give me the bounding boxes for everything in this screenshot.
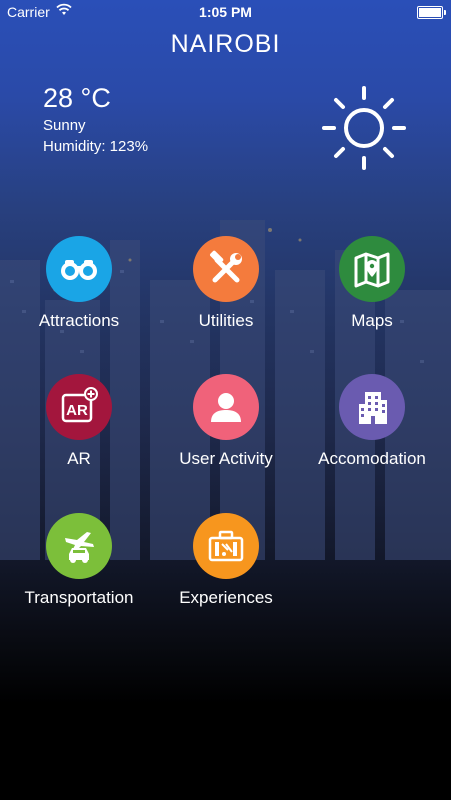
menu-item-label: Attractions xyxy=(38,311,120,330)
user-icon xyxy=(193,374,259,440)
menu-item-attractions[interactable]: Attractions xyxy=(4,236,154,331)
home-screen: Carrier 1:05 PM NAIROBI 28 °C Sunny Humi… xyxy=(0,0,451,800)
menu-item-label: Accomodation xyxy=(318,449,426,468)
menu-item-accomodation[interactable]: Accomodation xyxy=(297,374,447,469)
menu-item-label: Transportation xyxy=(24,588,134,607)
page-title: NAIROBI xyxy=(170,30,281,58)
menu-item-experiences[interactable]: Experiences xyxy=(151,513,301,608)
menu-item-ar[interactable]: AR AR xyxy=(4,374,154,469)
tools-icon xyxy=(193,236,259,302)
ar-icon: AR xyxy=(46,374,112,440)
menu-item-label: AR xyxy=(67,449,91,468)
menu-item-label: Experiences xyxy=(179,588,273,607)
condition-text: Sunny xyxy=(43,117,86,134)
menu-item-utilities[interactable]: Utilities xyxy=(151,236,301,331)
menu-item-label: Utilities xyxy=(198,311,254,330)
temperature-text: 28 °C xyxy=(43,83,111,113)
menu-item-maps[interactable]: Maps xyxy=(297,236,447,331)
status-time: 1:05 PM xyxy=(199,4,252,20)
luggage-icon xyxy=(193,513,259,579)
battery-icon xyxy=(417,6,446,19)
svg-text:AR: AR xyxy=(66,402,88,419)
menu-item-label: User Activity xyxy=(179,449,273,468)
menu-item-user-activity[interactable]: User Activity xyxy=(151,374,301,469)
menu-item-label: Maps xyxy=(351,311,393,330)
status-bar: Carrier 1:05 PM xyxy=(0,0,451,24)
weather-widget: 28 °C Sunny Humidity: 123% xyxy=(43,82,148,155)
transport-icon xyxy=(46,513,112,579)
sun-icon xyxy=(322,86,406,170)
map-icon xyxy=(339,236,405,302)
binoculars-icon xyxy=(46,236,112,302)
menu-item-transportation[interactable]: Transportation xyxy=(4,513,154,608)
building-icon xyxy=(339,374,405,440)
humidity-text: Humidity: 123% xyxy=(43,138,149,155)
